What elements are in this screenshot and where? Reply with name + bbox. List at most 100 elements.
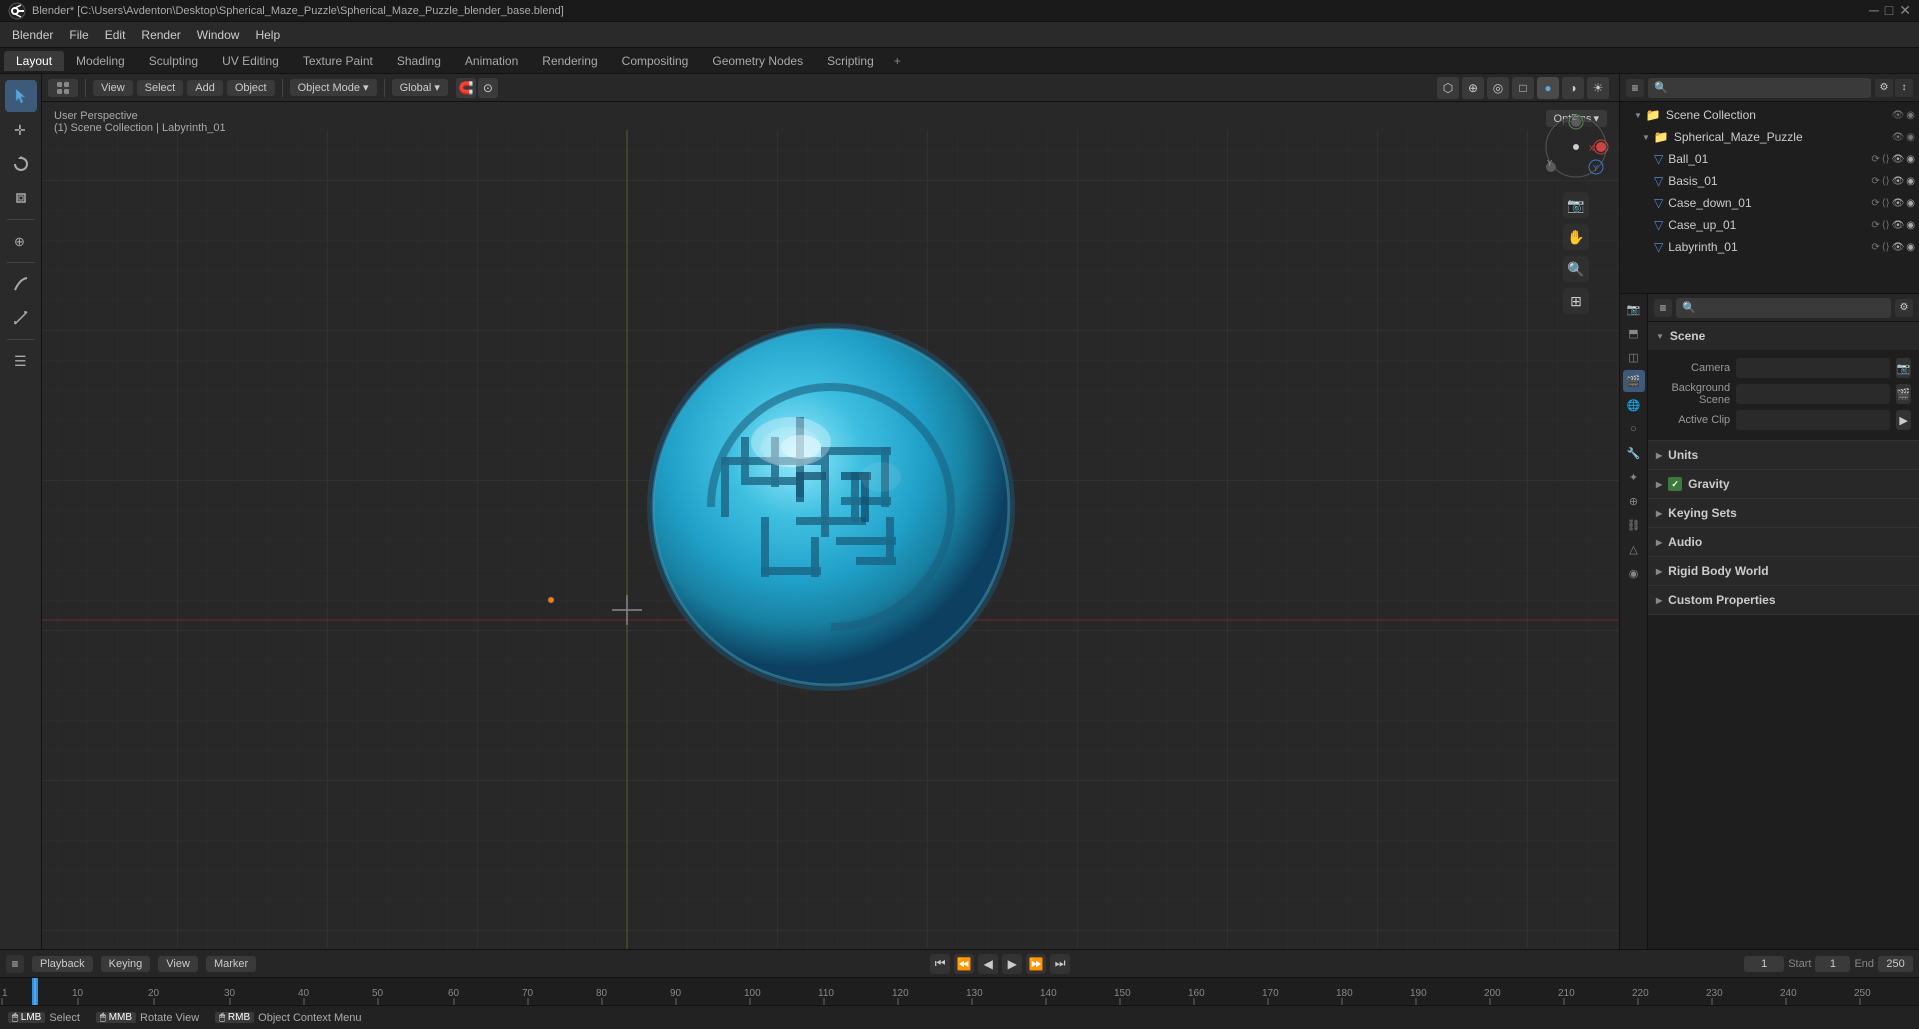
tab-modeling[interactable]: Modeling: [64, 51, 137, 71]
casedown01-link2[interactable]: ⟨⟩: [1882, 198, 1890, 209]
close-button[interactable]: ✕: [1899, 2, 1911, 19]
tab-shading[interactable]: Shading: [385, 51, 453, 71]
snap-button[interactable]: 🧲: [456, 78, 476, 98]
wireframe-shading[interactable]: □: [1512, 77, 1534, 99]
prop-tab-render[interactable]: 📷: [1623, 298, 1645, 320]
labyrinth01-link1[interactable]: ⟳: [1871, 242, 1879, 253]
timeline-editor-type[interactable]: ≡: [6, 955, 24, 973]
caseup01-link1[interactable]: ⟳: [1871, 220, 1879, 231]
add-workspace-button[interactable]: +: [886, 51, 909, 71]
menu-file[interactable]: File: [61, 26, 96, 44]
scene-collection-eye[interactable]: 👁: [1892, 110, 1905, 121]
hand-tool[interactable]: ✋: [1563, 224, 1589, 250]
ball01-link1[interactable]: ⟳: [1871, 154, 1879, 165]
prop-section-audio-header[interactable]: ▶ Audio: [1648, 528, 1919, 556]
editor-type-button[interactable]: [48, 79, 78, 97]
background-scene-input[interactable]: [1736, 384, 1890, 404]
tab-compositing[interactable]: Compositing: [610, 51, 701, 71]
prop-tab-particles[interactable]: ✦: [1623, 466, 1645, 488]
marker-menu-button[interactable]: Marker: [206, 956, 256, 972]
cursor-tool[interactable]: [5, 80, 37, 112]
tab-scripting[interactable]: Scripting: [815, 51, 886, 71]
tab-layout[interactable]: Layout: [4, 51, 64, 71]
prop-tab-physics[interactable]: ⊕: [1623, 490, 1645, 512]
tab-animation[interactable]: Animation: [453, 51, 530, 71]
labyrinth01-eye[interactable]: 👁: [1892, 242, 1905, 253]
ball01-eye[interactable]: 👁: [1892, 154, 1905, 165]
gizmo-button[interactable]: ⊕: [1462, 77, 1484, 99]
viewport-shading-global[interactable]: Global ▾: [392, 79, 448, 96]
prop-tab-data[interactable]: △: [1623, 538, 1645, 560]
3d-sphere[interactable]: [641, 317, 1021, 697]
prop-tab-modifier[interactable]: 🔧: [1623, 442, 1645, 464]
prop-tab-object[interactable]: ○: [1623, 418, 1645, 440]
transform-tool[interactable]: ⊕: [5, 225, 37, 257]
move-tool[interactable]: ✛: [5, 114, 37, 146]
material-preview-shading[interactable]: ◑: [1562, 77, 1584, 99]
menu-blender[interactable]: Blender: [4, 26, 61, 44]
outliner-filter-button[interactable]: ⚙: [1875, 79, 1893, 97]
add-object-tool[interactable]: ☰: [5, 345, 37, 377]
prop-tab-output[interactable]: ⬒: [1623, 322, 1645, 344]
prop-tab-view-layer[interactable]: ◫: [1623, 346, 1645, 368]
outliner-sync-button[interactable]: ↕: [1895, 79, 1913, 97]
scale-tool[interactable]: [5, 182, 37, 214]
basis01-link1[interactable]: ⟳: [1871, 176, 1879, 187]
viewport-area[interactable]: View Select Add Object Object Mode ▾ Glo…: [42, 74, 1619, 949]
spherical-collection-render[interactable]: ◉: [1906, 132, 1915, 143]
prop-tab-world[interactable]: 🌐: [1623, 394, 1645, 416]
view-menu-button[interactable]: View: [93, 80, 133, 96]
step-back-button[interactable]: ⏪: [954, 954, 974, 974]
caseup01-render[interactable]: ◉: [1906, 220, 1915, 231]
play-reverse-button[interactable]: ◀: [978, 954, 998, 974]
rendered-shading[interactable]: ☀: [1587, 77, 1609, 99]
step-forward-button[interactable]: ⏩: [1026, 954, 1046, 974]
active-clip-input[interactable]: [1736, 410, 1890, 430]
menu-edit[interactable]: Edit: [97, 26, 134, 44]
magnify-button[interactable]: 🔍: [1563, 256, 1589, 282]
start-frame-input[interactable]: [1815, 956, 1850, 972]
caseup01-eye[interactable]: 👁: [1892, 220, 1905, 231]
outliner-item-labyrinth01[interactable]: ▽ Labyrinth_01 ⟳ ⟨⟩ 👁 ◉: [1620, 236, 1919, 258]
properties-filter[interactable]: ⚙: [1895, 299, 1913, 317]
view-menu-timeline-button[interactable]: View: [158, 956, 198, 972]
outliner-item-caseup01[interactable]: ▽ Case_up_01 ⟳ ⟨⟩ 👁 ◉: [1620, 214, 1919, 236]
jump-start-button[interactable]: ⏮: [930, 954, 950, 974]
jump-end-button[interactable]: ⏭: [1050, 954, 1070, 974]
scene-collection-render[interactable]: ◉: [1906, 110, 1915, 121]
xray-button[interactable]: ◎: [1487, 77, 1509, 99]
tab-uv-editing[interactable]: UV Editing: [210, 51, 291, 71]
tab-geometry-nodes[interactable]: Geometry Nodes: [700, 51, 815, 71]
spherical-collection-eye[interactable]: 👁: [1892, 132, 1905, 143]
navigation-gizmo[interactable]: X Z Y Y: [1541, 112, 1611, 182]
labyrinth01-link2[interactable]: ⟨⟩: [1882, 242, 1890, 253]
prop-section-gravity-header[interactable]: ▶ ✓ Gravity: [1648, 470, 1919, 498]
ball01-render[interactable]: ◉: [1906, 154, 1915, 165]
annotate-tool[interactable]: [5, 268, 37, 300]
properties-editor-type[interactable]: ≡: [1654, 299, 1672, 317]
background-scene-browse-button[interactable]: 🎬: [1896, 384, 1911, 404]
menu-help[interactable]: Help: [247, 26, 288, 44]
outliner-item-scene-collection[interactable]: ▼ 📁 Scene Collection 👁 ◉: [1620, 104, 1919, 126]
prop-section-scene-header[interactable]: ▼ Scene: [1648, 322, 1919, 350]
prop-tab-material[interactable]: ◉: [1623, 562, 1645, 584]
tab-sculpting[interactable]: Sculpting: [137, 51, 210, 71]
basis01-eye[interactable]: 👁: [1892, 176, 1905, 187]
basis01-render[interactable]: ◉: [1906, 176, 1915, 187]
timeline-ruler[interactable]: 1 10 20 30 40 50 60 70 80 90 100 110 120: [0, 978, 1919, 1006]
prop-section-units-header[interactable]: ▶ Units: [1648, 441, 1919, 469]
caseup01-link2[interactable]: ⟨⟩: [1882, 220, 1890, 231]
play-button[interactable]: ▶: [1002, 954, 1022, 974]
prop-tab-scene[interactable]: 🎬: [1623, 370, 1645, 392]
prop-section-custom-properties-header[interactable]: ▶ Custom Properties: [1648, 586, 1919, 614]
proportional-editing[interactable]: ⊙: [478, 78, 498, 98]
prop-tab-constraints[interactable]: ⛓: [1623, 514, 1645, 536]
keying-menu-button[interactable]: Keying: [101, 956, 151, 972]
ball01-link2[interactable]: ⟨⟩: [1882, 154, 1890, 165]
end-frame-input[interactable]: [1878, 956, 1913, 972]
rotate-tool[interactable]: [5, 148, 37, 180]
outliner-item-spherical-collection[interactable]: ▼ 📁 Spherical_Maze_Puzzle 👁 ◉: [1620, 126, 1919, 148]
maximize-button[interactable]: □: [1885, 2, 1893, 19]
add-menu-button[interactable]: Add: [187, 80, 223, 96]
zoom-camera-button[interactable]: 📷: [1563, 192, 1589, 218]
